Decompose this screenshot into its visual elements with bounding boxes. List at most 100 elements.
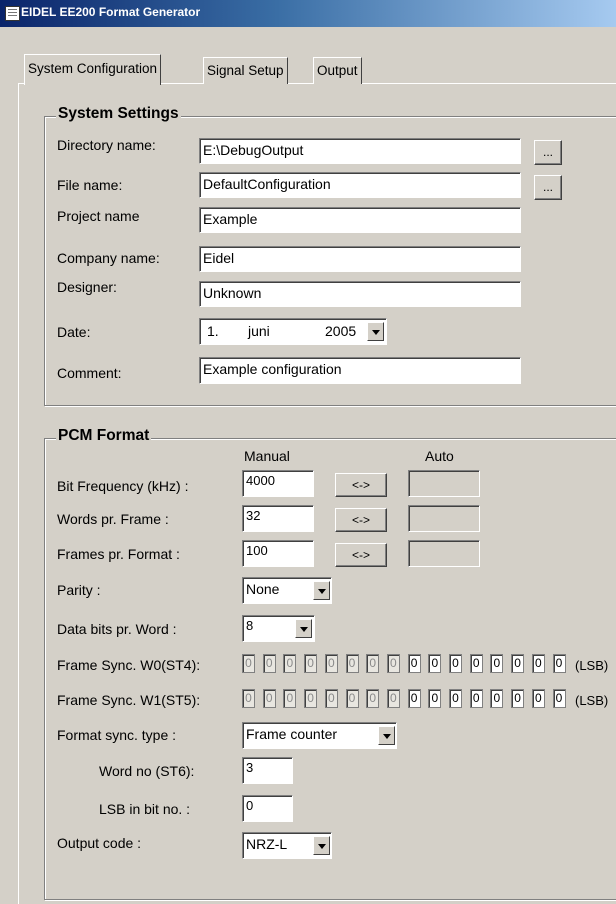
frame-sync-w1-bit-12[interactable]: 0 — [490, 689, 504, 708]
output-code-value: NRZ-L — [246, 836, 288, 852]
frame-sync-w1-bit-9[interactable]: 0 — [428, 689, 442, 708]
date-picker[interactable]: 1. juni 2005 — [199, 318, 387, 345]
frame-sync-w0-bit-12[interactable]: 0 — [490, 654, 504, 673]
words-per-frame-auto-field — [408, 505, 480, 532]
auto-header: Auto — [425, 448, 454, 464]
format-sync-type-label: Format sync. type : — [57, 727, 177, 743]
word-no-label: Word no (ST6): — [99, 763, 195, 779]
data-bits-value: 8 — [246, 618, 254, 633]
comment-label: Comment: — [57, 365, 122, 381]
frames-per-format-label: Frames pr. Format : — [57, 546, 180, 562]
browse-file-button[interactable]: ... — [534, 175, 562, 200]
frame-sync-w0-bit-10[interactable]: 0 — [449, 654, 462, 673]
frame-sync-w1-bit-4: 0 — [324, 689, 338, 708]
tab-system-configuration[interactable]: System Configuration — [24, 54, 162, 85]
chevron-down-icon[interactable] — [295, 619, 312, 638]
frame-sync-w0-bit-0: 0 — [242, 654, 255, 673]
frame-sync-w0-bit-7: 0 — [386, 654, 400, 673]
chevron-down-icon[interactable] — [378, 726, 395, 745]
directory-label: Directory name: — [57, 137, 156, 153]
browse-directory-button[interactable]: ... — [534, 140, 562, 165]
frame-sync-w0-bit-11[interactable]: 0 — [469, 654, 483, 673]
frame-sync-w1-bit-7: 0 — [386, 689, 400, 708]
bit-frequency-swap-button[interactable]: <-> — [335, 473, 387, 497]
data-bits-select[interactable]: 8 — [242, 615, 315, 642]
data-bits-label: Data bits pr. Word : — [57, 621, 177, 637]
date-day: 1. — [207, 323, 219, 339]
company-label: Company name: — [57, 250, 160, 266]
project-name-field[interactable]: Example — [199, 207, 521, 233]
designer-field[interactable]: Unknown — [199, 281, 521, 307]
chevron-down-icon[interactable] — [313, 836, 330, 855]
words-per-frame-swap-button[interactable]: <-> — [335, 508, 387, 532]
word-no-field[interactable]: 3 — [242, 757, 293, 784]
frame-sync-w0-bit-1: 0 — [262, 654, 276, 673]
frame-sync-w1-bit-8[interactable]: 0 — [407, 689, 421, 708]
designer-label: Designer: — [57, 279, 117, 295]
frames-per-format-manual-field[interactable]: 100 — [242, 540, 314, 567]
parity-value: None — [246, 581, 280, 597]
date-label: Date: — [57, 324, 91, 340]
bit-frequency-label: Bit Frequency (kHz) : — [57, 478, 189, 494]
frame-sync-w1-bit-2: 0 — [283, 689, 297, 708]
chevron-down-icon[interactable] — [313, 581, 330, 600]
tab-signal-setup[interactable]: Signal Setup — [203, 57, 288, 84]
words-per-frame-label: Words pr. Frame : — [57, 511, 169, 527]
date-year: 2005 — [325, 323, 357, 339]
frames-per-format-auto-field — [408, 540, 480, 567]
frame-sync-w1-bit-13[interactable]: 0 — [511, 689, 525, 708]
frames-per-format-swap-button[interactable]: <-> — [335, 543, 387, 567]
grid-app-icon — [5, 6, 20, 21]
tab-output[interactable]: Output — [313, 57, 362, 84]
frame-sync-w0-bit-9[interactable]: 0 — [428, 654, 442, 673]
frame-sync-w1-bit-14[interactable]: 0 — [531, 689, 545, 708]
file-label: File name: — [57, 177, 123, 193]
window-title: EIDEL EE200 Format Generator — [21, 5, 201, 19]
directory-field[interactable]: E:\DebugOutput — [199, 138, 521, 164]
frame-sync-w0-bit-8[interactable]: 0 — [407, 654, 421, 673]
frame-sync-w0-bit-2: 0 — [283, 654, 297, 673]
bit-frequency-manual-field[interactable]: 4000 — [242, 470, 314, 497]
frame-sync-w0-bit-13[interactable]: 0 — [511, 654, 525, 673]
lsb-bit-label: LSB in bit no. : — [99, 801, 191, 817]
frame-sync-w1-bit-11[interactable]: 0 — [469, 689, 483, 708]
frame-sync-w1-bit-3: 0 — [304, 689, 318, 708]
frame-sync-w0-bit-4: 0 — [324, 654, 338, 673]
frame-sync-w1-bit-10[interactable]: 0 — [449, 689, 462, 708]
company-name-field[interactable]: Eidel — [199, 246, 521, 272]
frame-sync-w1-bit-15[interactable]: 0 — [552, 689, 566, 708]
project-label: Project name — [57, 208, 140, 224]
output-code-select[interactable]: NRZ-L — [242, 832, 332, 859]
comment-field[interactable]: Example configuration — [199, 357, 521, 384]
frame-sync-w1-bit-5: 0 — [345, 689, 359, 708]
format-sync-type-value: Frame counter — [246, 726, 338, 742]
chevron-down-icon[interactable] — [367, 322, 384, 341]
output-code-label: Output code : — [57, 835, 142, 851]
frame-sync-w1-bits: 0000000000000000 — [242, 689, 574, 709]
parity-select[interactable]: None — [242, 577, 332, 604]
parity-label: Parity : — [57, 582, 101, 598]
frame-sync-w0-bit-3: 0 — [304, 654, 318, 673]
frame-sync-w0-bit-15[interactable]: 0 — [552, 654, 566, 673]
date-month: juni — [248, 323, 270, 339]
frame-sync-w0-bit-5: 0 — [345, 654, 359, 673]
lsb-bit-field[interactable]: 0 — [242, 795, 293, 822]
pcm-format-title: PCM Format — [56, 427, 152, 445]
bit-frequency-auto-field — [408, 470, 480, 497]
frame-sync-w1-bit-6: 0 — [366, 689, 380, 708]
system-settings-title: System Settings — [56, 105, 181, 123]
frame-sync-w0-bit-14[interactable]: 0 — [531, 654, 545, 673]
file-name-field[interactable]: DefaultConfiguration — [199, 172, 521, 198]
manual-header: Manual — [244, 448, 290, 464]
words-per-frame-manual-field[interactable]: 32 — [242, 505, 314, 532]
format-sync-type-select[interactable]: Frame counter — [242, 722, 397, 749]
frame-sync-w1-lsb-tag: (LSB) — [575, 693, 609, 708]
title-bar: EIDEL EE200 Format Generator — [0, 0, 616, 27]
frame-sync-w0-bits: 0000000000000000 — [242, 654, 574, 674]
frame-sync-w0-label: Frame Sync. W0(ST4): — [57, 657, 201, 673]
frame-sync-w1-bit-0: 0 — [242, 689, 255, 708]
frame-sync-w1-bit-1: 0 — [262, 689, 276, 708]
frame-sync-w1-label: Frame Sync. W1(ST5): — [57, 692, 201, 708]
frame-sync-w0-lsb-tag: (LSB) — [575, 658, 609, 673]
frame-sync-w0-bit-6: 0 — [366, 654, 380, 673]
